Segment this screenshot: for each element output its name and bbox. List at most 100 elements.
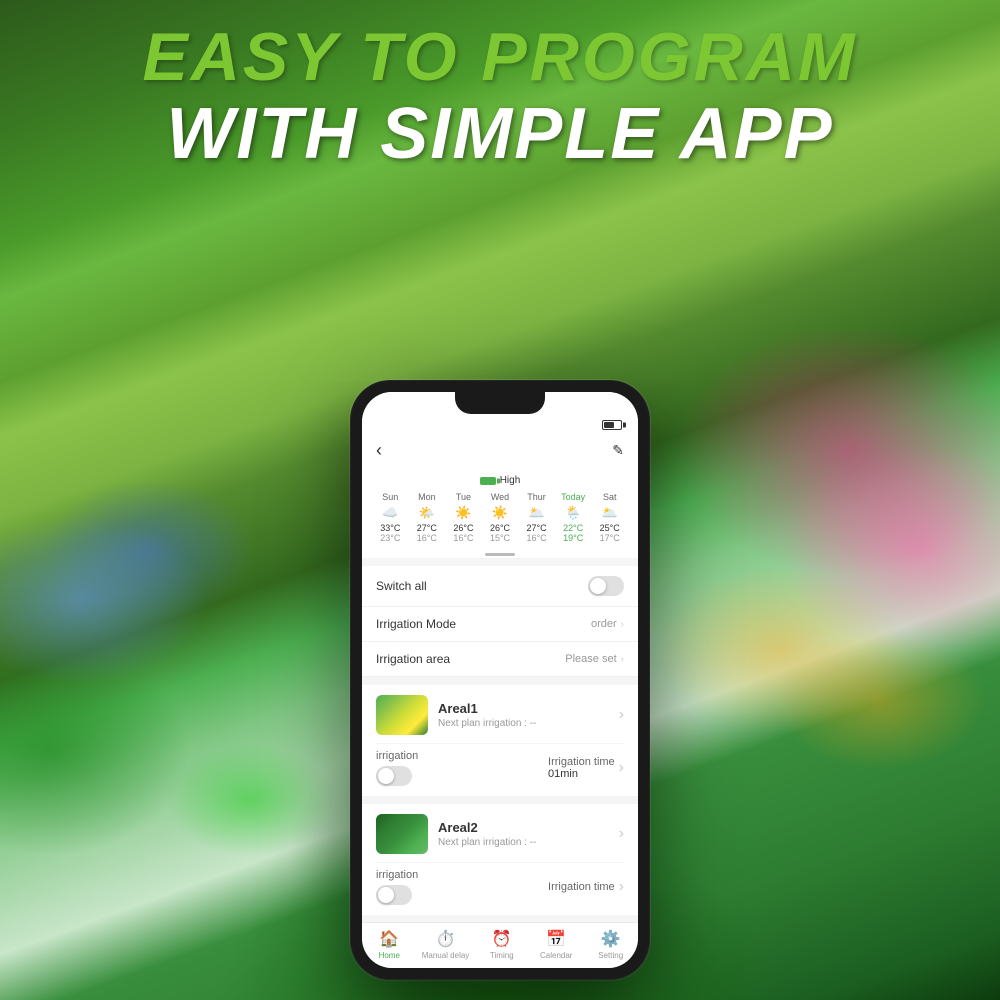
temp-high-tue: 26°C: [453, 523, 473, 533]
nav-item-timing[interactable]: ⏰ Timing: [480, 929, 524, 960]
title-line2: WITH SIMPLE APP: [30, 95, 970, 174]
irrigation-area-row[interactable]: Irrigation area Please set ›: [362, 642, 638, 677]
area-card-area1: Areal1 Next plan irrigation : -- › irrig…: [362, 685, 638, 796]
nav-icon-timing: ⏰: [492, 929, 512, 949]
title-area: EASY TO PROGRAM WITH SIMPLE APP: [0, 0, 1000, 184]
weather-day-today: Today🌦️22°C19°C: [555, 492, 592, 543]
temp-low-mon: 16°C: [417, 533, 437, 543]
temp-low-sun: 23°C: [380, 533, 400, 543]
bottom-nav: 🏠 Home ⏱️ Manual delay ⏰ Timing 📅 Calend…: [362, 922, 638, 968]
title-line1: EASY TO PROGRAM: [30, 20, 970, 95]
weather-icon-today: 🌦️: [565, 505, 581, 521]
temp-low-tue: 16°C: [453, 533, 473, 543]
weather-day-wed: Wed☀️26°C15°C: [482, 492, 519, 543]
area-info-area2: Areal2 Next plan irrigation : --: [438, 820, 619, 848]
irrigation-section-area1: irrigation: [376, 750, 418, 786]
weather-day-tue: Tue ☀️ 26°C16°C: [445, 492, 482, 543]
area-chevron-area1[interactable]: ›: [619, 706, 624, 724]
weather-icon-thur: 🌥️: [528, 505, 544, 521]
temp-low-today: 19°C: [563, 533, 583, 543]
day-name-sun: Sun: [382, 492, 398, 502]
temp-high-mon: 27°C: [417, 523, 437, 533]
irrigation-time-info-area2: Irrigation time: [548, 881, 615, 893]
weather-section: High Sun☁️33°C23°CMon🌤️27°C16°CTue☀️26°C…: [362, 469, 638, 551]
irrigation-area-value-group: Please set ›: [565, 653, 624, 665]
switch-all-label: Switch all: [376, 579, 427, 593]
area-name-area2: Areal2: [438, 820, 619, 835]
day-name-tue: Tue: [456, 492, 471, 502]
temp-high-thur: 27°C: [527, 523, 547, 533]
settings-section: Switch all Irrigation Mode order › Irrig…: [362, 566, 638, 677]
battery-status-icon: [480, 477, 496, 485]
battery-status-label: High: [500, 475, 521, 486]
irrigation-time-label-area2: Irrigation time: [548, 881, 615, 893]
main-content: Switch all Irrigation Mode order › Irrig…: [362, 558, 638, 922]
nav-item-manual-delay[interactable]: ⏱️ Manual delay: [422, 929, 470, 960]
weather-icon-tue: ☀️: [455, 505, 471, 521]
area-next-area1: Next plan irrigation : --: [438, 718, 619, 729]
irrigation-time-info-area1: Irrigation time 01min: [548, 756, 615, 780]
switch-all-toggle[interactable]: [588, 576, 624, 596]
nav-icon-setting: ⚙️: [601, 929, 621, 949]
nav-label-setting: Setting: [598, 951, 623, 960]
irrigation-mode-label: Irrigation Mode: [376, 617, 456, 631]
irrigation-mode-row[interactable]: Irrigation Mode order ›: [362, 607, 638, 642]
day-name-thur: Thur: [527, 492, 546, 502]
battery-indicator: High: [372, 475, 628, 486]
phone-mockup: ‹ ✎ High Sun☁️33°C23°CMon🌤️27°C16°CTue☀️…: [350, 380, 650, 980]
phone-screen: ‹ ✎ High Sun☁️33°C23°CMon🌤️27°C16°CTue☀️…: [362, 392, 638, 968]
weather-days-grid: Sun☁️33°C23°CMon🌤️27°C16°CTue☀️26°C16°CW…: [372, 492, 628, 543]
irrigation-area-value: Please set: [565, 653, 616, 665]
area-thumb-img-area1: [376, 695, 428, 735]
area-header-area1: Areal1 Next plan irrigation : -- ›: [376, 695, 624, 735]
weather-icon-sat: 🌥️: [602, 505, 618, 521]
temp-high-wed: 26°C: [490, 523, 510, 533]
weather-day-thur: Thur 🌥️ 27°C16°C: [518, 492, 555, 543]
area-controls-area1: irrigation Irrigation time 01min ›: [376, 743, 624, 786]
battery-icon: [602, 420, 622, 430]
area-card-area2: Areal2 Next plan irrigation : -- › irrig…: [362, 804, 638, 915]
irrigation-time-label-area1: Irrigation time: [548, 756, 615, 768]
area-thumbnail-area2: [376, 814, 428, 854]
nav-icon-home: 🏠: [379, 929, 399, 949]
irrigation-toggle-area2[interactable]: [376, 885, 412, 905]
weather-day-sat: Sat🌥️25°C17°C: [591, 492, 628, 543]
weather-icon-mon: 🌤️: [419, 505, 435, 521]
phone-body: ‹ ✎ High Sun☁️33°C23°CMon🌤️27°C16°CTue☀️…: [350, 380, 650, 980]
temp-high-sat: 25°C: [600, 523, 620, 533]
temp-low-thur: 16°C: [527, 533, 547, 543]
nav-item-calendar[interactable]: 📅 Calendar: [534, 929, 578, 960]
irrigation-mode-value: order: [591, 618, 617, 630]
top-nav: ‹ ✎: [362, 434, 638, 469]
day-name-sat: Sat: [603, 492, 617, 502]
irrigation-toggle-area1[interactable]: [376, 766, 412, 786]
weather-day-sun: Sun☁️33°C23°C: [372, 492, 409, 543]
irrigation-area-label: Irrigation area: [376, 652, 450, 666]
back-button[interactable]: ‹: [376, 440, 382, 461]
irrigation-time-section-area2[interactable]: Irrigation time ›: [548, 878, 624, 896]
weather-day-mon: Mon 🌤️ 27°C16°C: [409, 492, 446, 543]
time-chevron-area2: ›: [619, 878, 624, 896]
area-controls-area2: irrigation Irrigation time ›: [376, 862, 624, 905]
day-name-mon: Mon: [418, 492, 436, 502]
irrigation-mode-value-group: order ›: [591, 618, 624, 630]
battery-fill: [604, 422, 614, 428]
area-next-area2: Next plan irrigation : --: [438, 837, 619, 848]
edit-button[interactable]: ✎: [612, 442, 624, 459]
day-name-wed: Wed: [491, 492, 509, 502]
nav-item-setting[interactable]: ⚙️ Setting: [589, 929, 633, 960]
nav-item-home[interactable]: 🏠 Home: [367, 929, 411, 960]
area-name-area1: Areal1: [438, 701, 619, 716]
area-chevron-area2[interactable]: ›: [619, 825, 624, 843]
area-info-area1: Areal1 Next plan irrigation : --: [438, 701, 619, 729]
nav-icon-manual-delay: ⏱️: [436, 929, 456, 949]
nav-label-home: Home: [379, 951, 400, 960]
area-header-area2: Areal2 Next plan irrigation : -- ›: [376, 814, 624, 854]
irrigation-mode-chevron: ›: [621, 619, 624, 630]
phone-notch: [455, 392, 545, 414]
temp-low-wed: 15°C: [490, 533, 510, 543]
irrigation-time-section-area1[interactable]: Irrigation time 01min ›: [548, 756, 624, 780]
weather-icon-sun: ☁️: [382, 505, 398, 521]
area-cards-container: Areal1 Next plan irrigation : -- › irrig…: [362, 685, 638, 915]
day-name-today: Today: [561, 492, 585, 502]
